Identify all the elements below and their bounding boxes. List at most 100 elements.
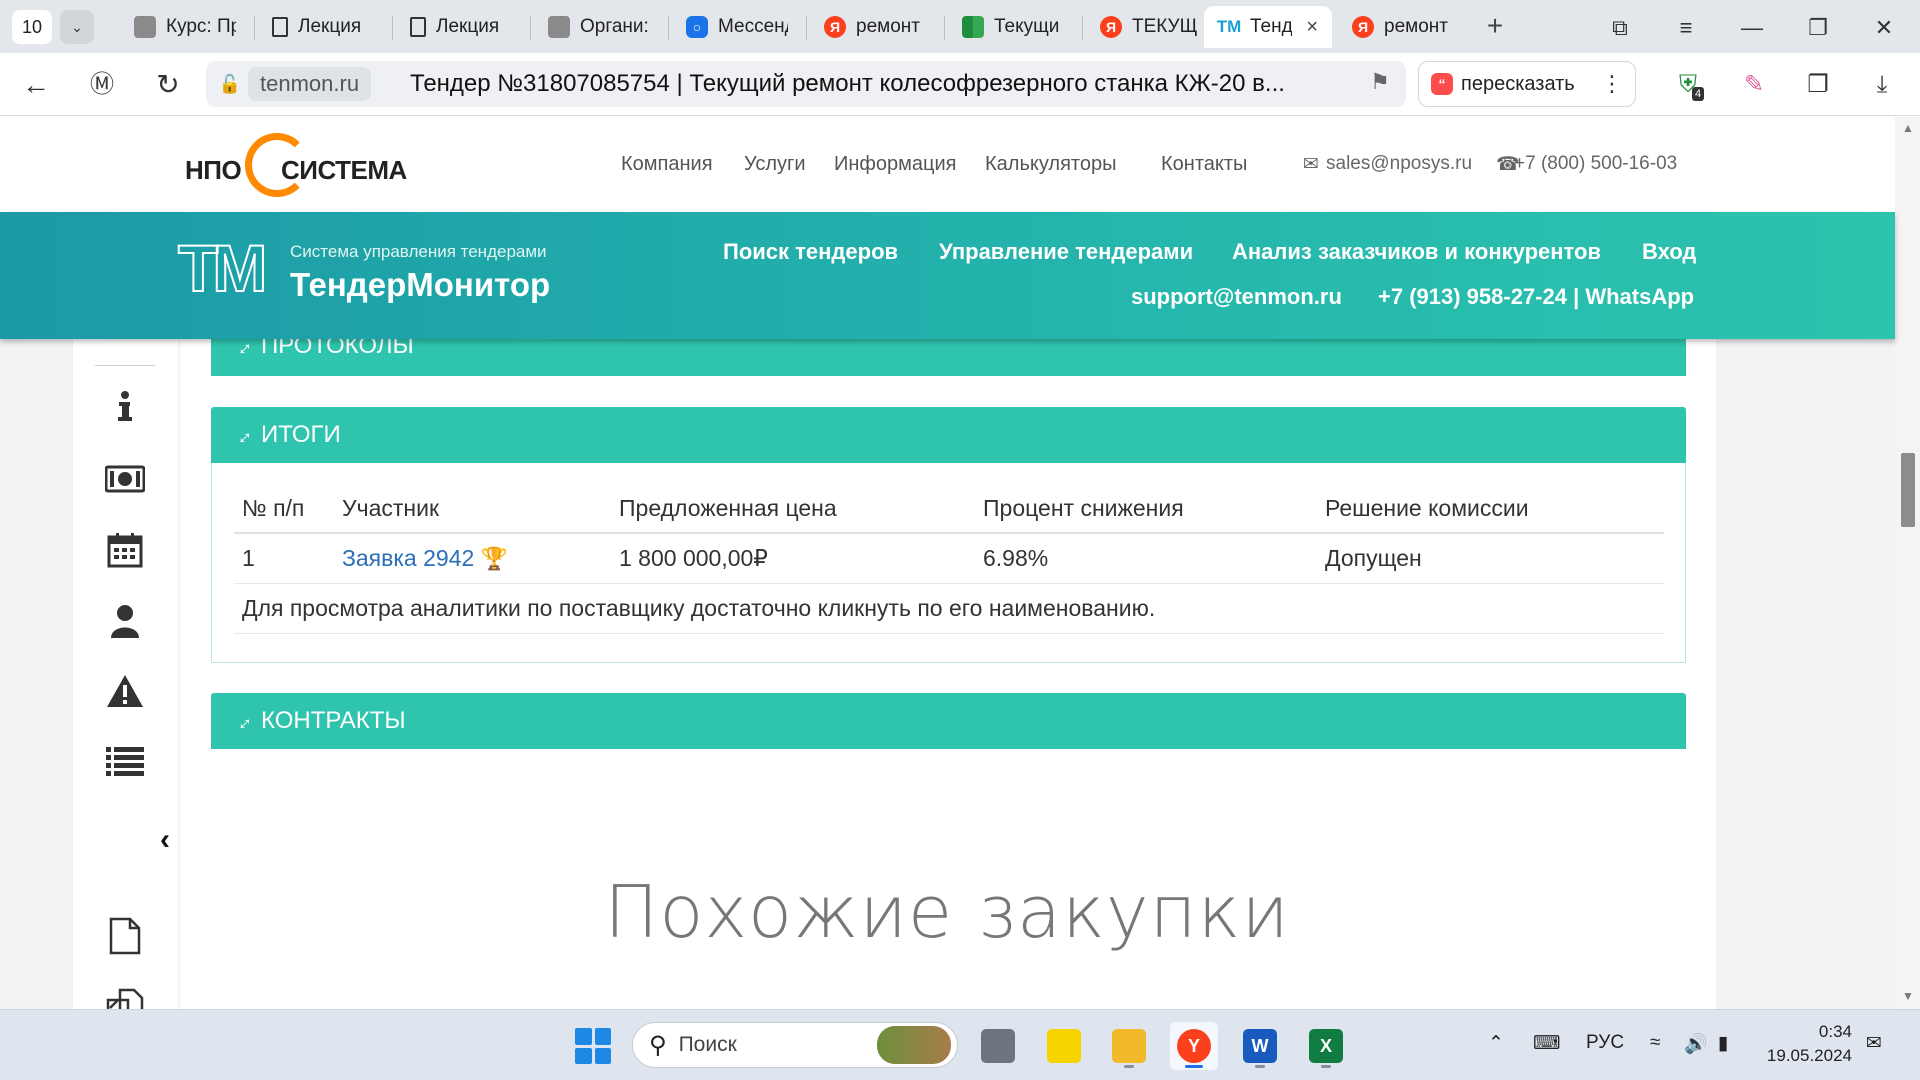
minimize-icon[interactable]: — [1732,8,1772,48]
battery-icon[interactable]: ▮ [1718,1032,1728,1055]
yandex-home-icon[interactable]: Ⓜ [82,65,122,105]
scroll-down-arrow-icon[interactable]: ▼ [1901,989,1915,1003]
close-icon[interactable]: × [1306,16,1318,39]
yandex-glyph: Y [1177,1029,1211,1063]
column-header: Предложенная цена [611,481,975,534]
cell-number: 1 [234,533,334,584]
nav-calculators[interactable]: Калькуляторы [985,153,1116,176]
tabs-panel-icon[interactable]: ⧉ [1600,8,1640,48]
reload-icon[interactable]: ↻ [148,65,188,105]
nav-tender-search[interactable]: Поиск тендеров [723,239,898,265]
tab-label: Лекция [298,16,362,37]
nav-login[interactable]: Вход [1642,239,1696,265]
page-title-in-url[interactable]: Тендер №31807085754 | Текущий ремонт кол… [410,67,1340,101]
tab-item[interactable]: Лекция [258,6,388,48]
support-email[interactable]: support@tenmon.ru [1131,284,1342,310]
tab-count-button[interactable]: 10 [12,10,52,44]
windows-taskbar: ⚲ Поиск Y W X ⌃ ⌨ РУС ≈ 🔊 ▮ 0:34 19.05.2… [0,1009,1920,1080]
tab-item-active[interactable]: TM Тенд × [1204,6,1332,48]
tab-label: Мессенд [718,16,788,37]
retell-button[interactable]: “ пересказать ⋮ [1418,61,1636,107]
scroll-up-arrow-icon[interactable]: ▲ [1901,121,1915,135]
participant-link[interactable]: Заявка 2942 [342,545,474,571]
nav-services[interactable]: Услуги [744,153,806,176]
tab-item[interactable]: Я ТЕКУЩ [1086,6,1216,48]
file-explorer-icon[interactable] [1105,1022,1153,1070]
pen-icon[interactable]: ✎ [1734,65,1774,105]
menu-icon[interactable]: ≡ [1666,8,1706,48]
task-view-icon[interactable] [974,1022,1022,1070]
tab-item[interactable]: Я ремонт [1338,6,1468,48]
trophy-icon: 🏆 [480,546,509,571]
taskbar-search[interactable]: ⚲ Поиск [632,1022,958,1068]
sales-phone[interactable]: +7 (800) 500-16-03 [1514,153,1677,175]
tab-label: Органи: [580,16,649,37]
panel-results-body: № п/п Участник Предложенная цена Процент… [211,463,1686,663]
back-arrow-icon[interactable]: ← [16,65,56,105]
extension-badge: 4 [1692,87,1705,101]
wifi-icon[interactable]: ≈ [1650,1032,1660,1054]
chevron-up-icon[interactable]: ⌃ [1488,1032,1504,1055]
yandex-icon: Я [1352,16,1374,38]
word-icon[interactable]: W [1236,1022,1284,1070]
tab-item[interactable]: Курс: Пр [120,6,250,48]
cell-price: 1 800 000,00₽ [611,533,975,584]
document-icon[interactable] [103,914,147,958]
tab-item[interactable]: ○ Мессенд [672,6,802,48]
nav-analysis[interactable]: Анализ заказчиков и конкурентов [1232,239,1601,265]
excel-icon[interactable]: X [1302,1022,1350,1070]
search-placeholder: Поиск [678,1033,737,1056]
warning-icon[interactable] [103,669,147,713]
tab-item[interactable]: Текущи [948,6,1078,48]
vertical-scrollbar[interactable]: ▲ ▼ [1895,117,1920,1009]
messenger-icon: ○ [686,16,708,38]
notifications-icon[interactable]: ✉ [1866,1032,1882,1055]
chevron-down-icon[interactable]: ⌄ [60,10,94,44]
user-icon[interactable] [103,599,147,643]
nav-tender-management[interactable]: Управление тендерами [939,239,1193,265]
keyboard-icon[interactable]: ⌨ [1533,1032,1560,1055]
yandex-browser-icon[interactable]: Y [1170,1022,1218,1070]
money-icon[interactable] [103,457,147,501]
url-field[interactable]: 🔓 tenmon.ru Тендер №31807085754 | Текущи… [206,61,1406,107]
task-view-glyph [981,1029,1015,1063]
domain-chip[interactable]: tenmon.ru [248,67,372,101]
sales-email[interactable]: sales@nposys.ru [1326,153,1472,175]
download-icon[interactable]: ⤓ [1862,65,1902,105]
excel-glyph: X [1309,1029,1343,1063]
collections-icon[interactable]: ❐ [1798,65,1838,105]
lock-icon[interactable]: 🔓 [216,70,244,98]
volume-icon[interactable]: 🔊 [1684,1032,1708,1056]
info-icon[interactable] [103,385,147,429]
gray-page-icon [548,16,570,38]
language-indicator[interactable]: РУС [1586,1032,1624,1054]
npo-logo[interactable]: НПО СИСТЕМА [185,127,407,207]
sticky-notes-icon[interactable] [1040,1022,1088,1070]
shield-extension-icon[interactable]: ⛨ 4 [1668,65,1708,105]
more-vert-icon[interactable]: ⋮ [1601,71,1623,97]
tm-name: ТендерМонитор [290,266,551,303]
tendermonitor-logo[interactable]: TM Система управления тендерами ТендерМо… [177,231,598,314]
calendar-icon[interactable] [103,528,147,572]
collapse-chevron-icon[interactable]: ‹ [160,823,170,857]
tab-item[interactable]: Я ремонт [810,6,940,48]
scrollbar-thumb[interactable] [1901,453,1915,527]
nav-company[interactable]: Компания [621,153,713,176]
close-window-icon[interactable]: ✕ [1864,8,1904,48]
tm-logo-mark: TM [177,231,268,305]
panel-contracts-header[interactable]: ↔ КОНТРАКТЫ [211,693,1686,749]
running-indicator [1255,1065,1265,1068]
tab-item[interactable]: Лекция [396,6,526,48]
nav-information[interactable]: Информация [834,153,956,176]
maximize-icon[interactable]: ❐ [1798,8,1838,48]
tab-item[interactable]: Органи: [534,6,664,48]
system-clock[interactable]: 0:34 19.05.2024 [1752,1020,1852,1068]
bookmark-icon[interactable]: ⚑ [1368,69,1392,99]
tab-label: Лекция [436,16,500,37]
windows-start-icon[interactable] [575,1028,611,1064]
support-phone[interactable]: +7 (913) 958-27-24 | WhatsApp [1378,284,1694,310]
list-icon[interactable] [103,739,147,783]
nav-contacts[interactable]: Контакты [1161,153,1247,176]
new-tab-button[interactable]: + [1478,10,1512,44]
panel-results-header[interactable]: ↔ ИТОГИ [211,407,1686,463]
